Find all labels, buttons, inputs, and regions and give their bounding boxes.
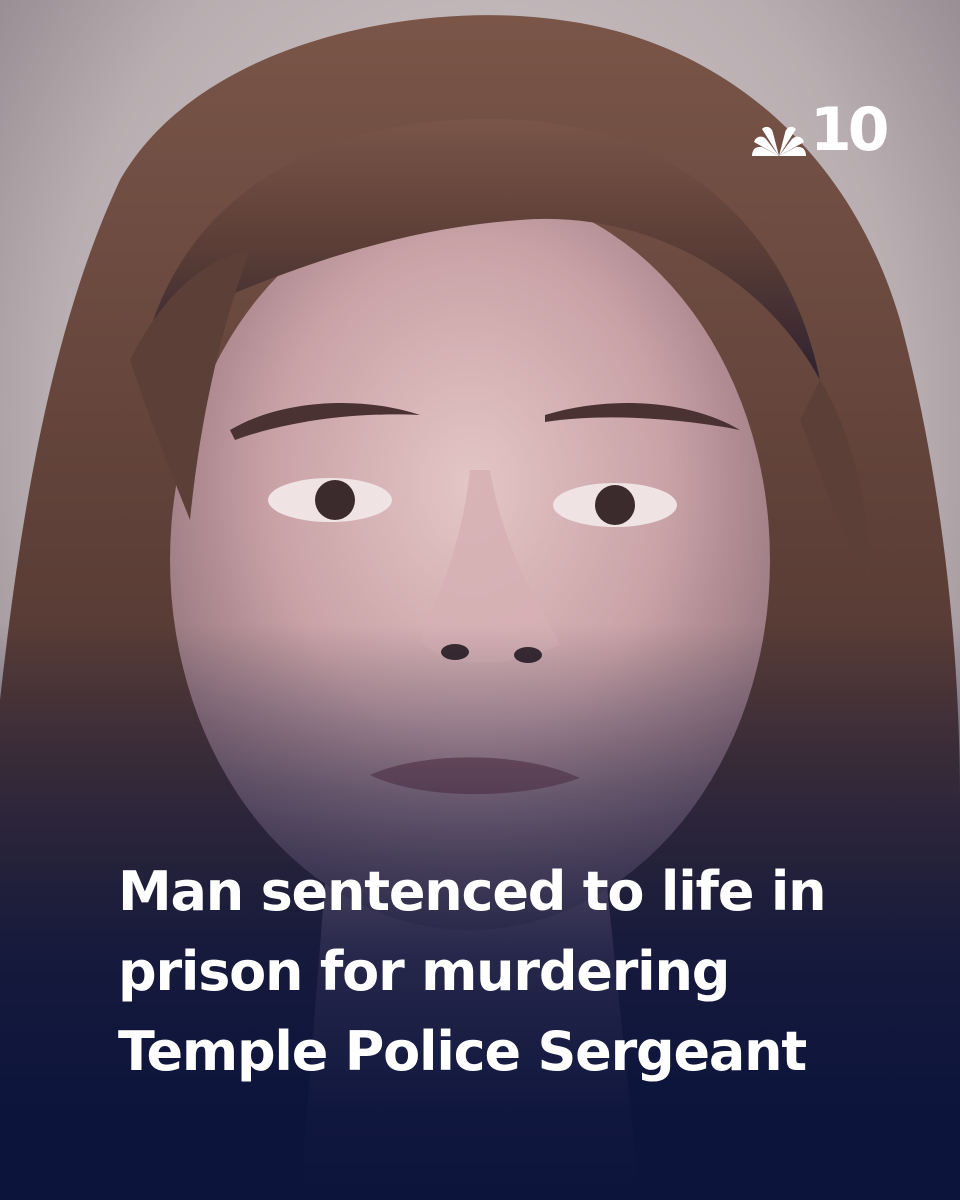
headline: Man sentenced to life in prison for murd… (118, 852, 898, 1092)
headline-line-3: Temple Police Sergeant (118, 1020, 807, 1083)
news-card: 10 Man sentenced to life in prison for m… (0, 0, 960, 1200)
peacock-icon (752, 126, 806, 156)
headline-line-2: prison for murdering (118, 940, 730, 1003)
station-number: 10 (810, 95, 889, 165)
headline-line-1: Man sentenced to life in (118, 860, 827, 923)
station-logo: 10 (750, 95, 889, 165)
